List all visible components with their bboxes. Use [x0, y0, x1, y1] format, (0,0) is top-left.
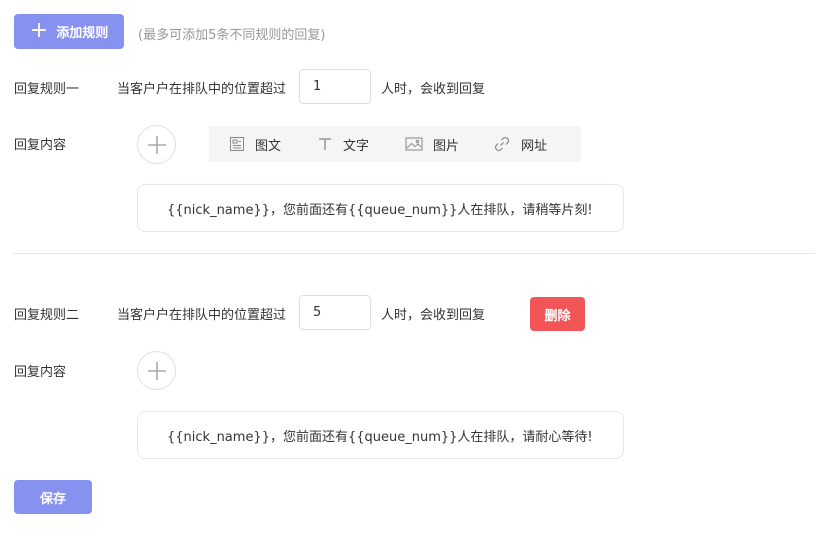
content-type-toolbar: 图文 文字 图片 网址: [209, 126, 581, 162]
rule-2-content-label: 回复内容: [14, 365, 67, 380]
rule-2-position-input[interactable]: [299, 295, 371, 330]
tool-image[interactable]: 图片: [405, 135, 493, 154]
add-rule-label: 添加规则: [56, 26, 109, 41]
rule-1-condition-prefix: 当客户户在排队中的位置超过: [117, 82, 287, 97]
tool-text-label: 文字: [343, 138, 370, 154]
rule-1-position-input[interactable]: [299, 69, 371, 104]
save-button[interactable]: 保存: [14, 480, 92, 514]
rule-1-message: {{nick_name}}，您前面还有{{queue_num}}人在排队，请稍等…: [167, 202, 593, 218]
text-icon: [319, 138, 331, 150]
link-icon: [494, 136, 510, 152]
tool-article[interactable]: 图文: [229, 135, 317, 154]
article-icon: [230, 137, 244, 151]
tool-text[interactable]: 文字: [317, 135, 405, 154]
rule-2-condition-prefix: 当客户户在排队中的位置超过: [117, 308, 287, 323]
rule-1-title: 回复规则一: [14, 82, 80, 97]
add-rule-button[interactable]: + 添加规则: [14, 14, 124, 49]
tool-article-label: 图文: [255, 138, 282, 154]
plus-icon: +: [29, 17, 49, 43]
tool-link[interactable]: 网址: [493, 135, 581, 154]
rule-1-message-box[interactable]: {{nick_name}}，您前面还有{{queue_num}}人在排队，请稍等…: [137, 184, 624, 232]
tool-image-label: 图片: [433, 138, 460, 154]
rule-1-condition-suffix: 人时，会收到回复: [381, 82, 486, 97]
plus-icon: [147, 361, 166, 380]
tool-link-label: 网址: [521, 138, 548, 154]
rule-limit-hint: (最多可添加5条不同规则的回复): [138, 28, 326, 43]
rule-1-add-content-button[interactable]: [137, 125, 176, 164]
image-icon: [405, 137, 423, 151]
rule-2-add-content-button[interactable]: [137, 351, 176, 390]
rules-divider: [14, 253, 815, 254]
rule-2-condition-suffix: 人时，会收到回复: [381, 308, 486, 323]
rule-1-content-label: 回复内容: [14, 138, 67, 153]
rule-2-message-box[interactable]: {{nick_name}}，您前面还有{{queue_num}}人在排队，请耐心…: [137, 411, 624, 459]
rule-2-title: 回复规则二: [14, 308, 80, 323]
plus-icon: [147, 135, 166, 154]
rule-2-message: {{nick_name}}，您前面还有{{queue_num}}人在排队，请耐心…: [167, 429, 593, 445]
rule-2-delete-button[interactable]: 删除: [530, 297, 585, 331]
